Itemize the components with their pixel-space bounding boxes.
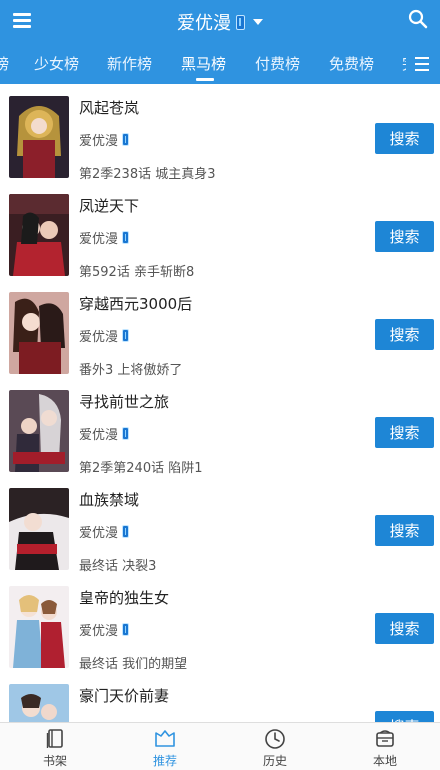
comic-source: 爱优漫	[79, 424, 130, 443]
caret-down-icon	[253, 19, 263, 25]
nav-bookshelf[interactable]: 书架	[0, 723, 110, 770]
nav-recommend[interactable]: 推荐	[110, 723, 220, 770]
nav-history[interactable]: 历史	[220, 723, 330, 770]
phone-badge-icon	[122, 623, 130, 636]
latest-chapter: 最终话 我们的期望	[79, 657, 188, 672]
comic-cover[interactable]	[9, 292, 69, 374]
comic-cover[interactable]	[9, 194, 69, 276]
comic-title: 凤逆天下	[79, 197, 140, 215]
bookshelf-icon	[44, 728, 66, 750]
comic-list: 风起苍岚 爱优漫 第2季238话 城主真身3 搜索 凤逆天下 爱优漫 第592话…	[0, 84, 440, 722]
source-label: 爱优漫	[79, 624, 119, 639]
search-button[interactable]: 搜索	[375, 221, 434, 252]
comic-title: 风起苍岚	[79, 99, 140, 117]
list-item[interactable]: 风起苍岚 爱优漫 第2季238话 城主真身3 搜索	[0, 84, 440, 182]
comic-title: 寻找前世之旅	[79, 393, 170, 411]
phone-badge-icon	[122, 525, 130, 538]
search-button[interactable]: 搜索	[375, 319, 434, 350]
tab-girls-ranking[interactable]: 少女榜	[34, 44, 79, 84]
comic-title: 豪门天价前妻	[79, 687, 170, 705]
list-item[interactable]: 寻找前世之旅 爱优漫 第2季第240话 陷阱1 搜索	[0, 378, 440, 476]
search-button[interactable]: 搜索	[375, 417, 434, 448]
search-button[interactable]: 搜索	[375, 613, 434, 644]
comic-cover[interactable]	[9, 96, 69, 178]
recommend-icon	[154, 728, 176, 750]
nav-label: 历史	[262, 754, 287, 768]
clock-icon	[264, 728, 286, 750]
comic-cover[interactable]	[9, 390, 69, 472]
active-tab-indicator	[196, 78, 214, 81]
nav-label: 本地	[372, 754, 397, 768]
app-title-dropdown[interactable]: 爱优漫	[0, 0, 440, 44]
comic-source: 爱优漫	[79, 228, 130, 247]
comic-cover[interactable]	[9, 684, 69, 722]
comic-source: 爱优漫	[79, 620, 130, 639]
search-icon[interactable]	[404, 6, 432, 34]
phone-badge-icon	[236, 14, 245, 30]
comic-title: 穿越西元3000后	[79, 295, 193, 313]
tab-more-icon[interactable]	[406, 44, 440, 84]
list-item[interactable]: 皇帝的独生女 爱优漫 最终话 我们的期望 搜索	[0, 574, 440, 672]
search-button[interactable]: 搜索	[375, 711, 434, 722]
source-label: 爱优漫	[79, 428, 119, 443]
app-title: 爱优漫	[177, 13, 231, 34]
phone-badge-icon	[122, 427, 130, 440]
comic-title: 血族禁域	[79, 491, 140, 509]
latest-chapter: 第2季第240话 陷阱1	[79, 461, 203, 476]
list-item[interactable]: 凤逆天下 爱优漫 第592话 亲手斩断8 搜索	[0, 182, 440, 280]
phone-badge-icon	[122, 133, 130, 146]
top-app-bar: 爱优漫	[0, 0, 440, 44]
nav-local[interactable]: 本地	[330, 723, 440, 770]
local-storage-icon	[374, 728, 396, 750]
list-item[interactable]: 穿越西元3000后 爱优漫 番外3 上将傲娇了 搜索	[0, 280, 440, 378]
bottom-navigation: 书架 推荐 历史 本地	[0, 722, 440, 770]
phone-badge-icon	[122, 329, 130, 342]
nav-label: 推荐	[152, 754, 177, 768]
latest-chapter: 第2季238话 城主真身3	[79, 167, 216, 182]
comic-source: 爱优漫	[79, 326, 130, 345]
tab-new-ranking[interactable]: 新作榜	[107, 44, 152, 84]
latest-chapter: 最终话 决裂3	[79, 559, 157, 574]
list-item[interactable]: 豪门天价前妻 搜索	[0, 672, 440, 722]
source-label: 爱优漫	[79, 526, 119, 541]
comic-source: 爱优漫	[79, 130, 130, 149]
source-label: 爱优漫	[79, 134, 119, 149]
tab-free-ranking[interactable]: 免费榜	[329, 44, 374, 84]
source-label: 爱优漫	[79, 232, 119, 247]
comic-cover[interactable]	[9, 586, 69, 668]
latest-chapter: 番外3 上将傲娇了	[79, 363, 183, 378]
phone-badge-icon	[122, 231, 130, 244]
comic-title: 皇帝的独生女	[79, 589, 170, 607]
tab-partial-left[interactable]: 榜	[0, 44, 9, 84]
comic-cover[interactable]	[9, 488, 69, 570]
search-button[interactable]: 搜索	[375, 123, 434, 154]
search-button[interactable]: 搜索	[375, 515, 434, 546]
comic-source: 爱优漫	[79, 522, 130, 541]
latest-chapter: 第592话 亲手斩断8	[79, 265, 195, 280]
ranking-tabs: 榜 少女榜 新作榜 黑马榜 付费榜 免费榜 完	[0, 44, 440, 84]
list-item[interactable]: 血族禁域 爱优漫 最终话 决裂3 搜索	[0, 476, 440, 574]
tab-paid-ranking[interactable]: 付费榜	[255, 44, 300, 84]
nav-label: 书架	[42, 754, 67, 768]
source-label: 爱优漫	[79, 330, 119, 345]
